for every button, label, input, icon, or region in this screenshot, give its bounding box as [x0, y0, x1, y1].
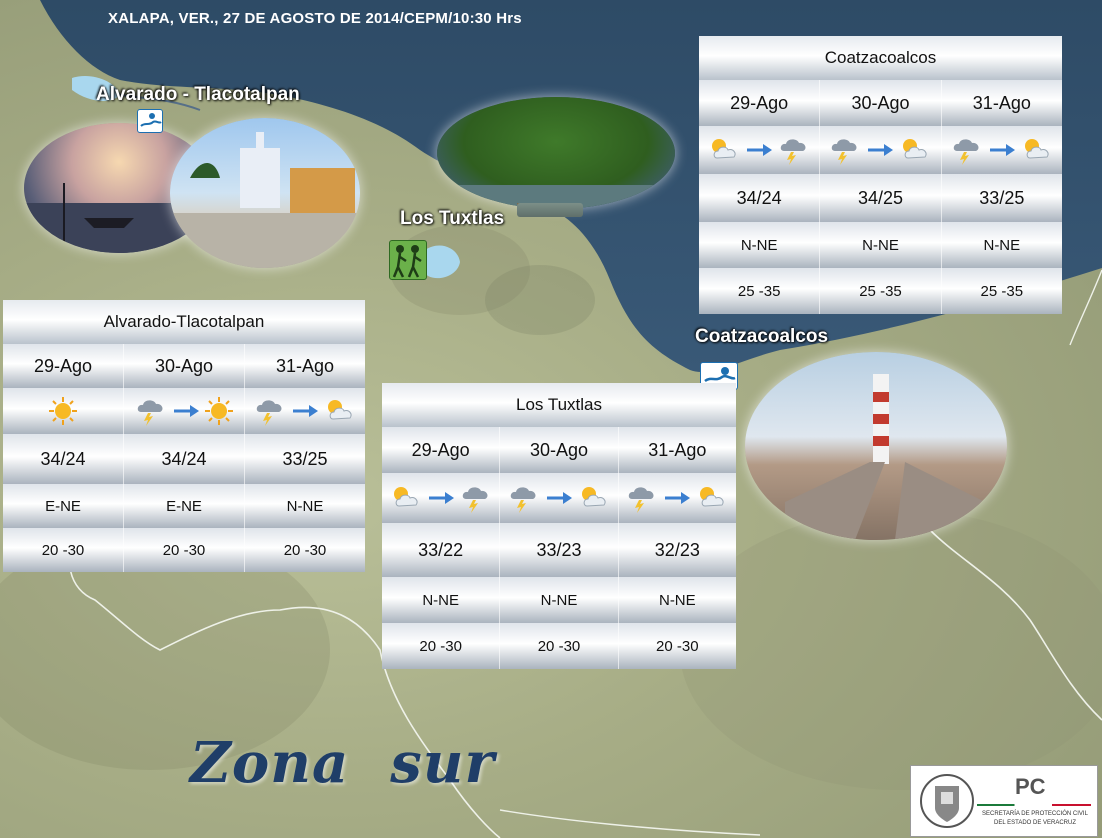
- tlacotalpan-church-photo: [170, 118, 360, 268]
- cloud-sun-icon: [323, 397, 357, 425]
- weather-cell: [500, 473, 619, 523]
- state-seal-icon: [920, 774, 974, 828]
- speed-cell: 20 -30: [124, 528, 245, 572]
- forecast-panel-tuxtlas: Los Tuxtlas 29-Ago 30-Ago 31-Ago 33/22 3…: [382, 383, 736, 669]
- panel-title: Los Tuxtlas: [382, 383, 736, 427]
- wind-cell: N-NE: [245, 484, 365, 528]
- bulletin-header: XALAPA, VER., 27 DE AGOSTO DE 2014/CEPM/…: [108, 10, 522, 27]
- trend-arrow-icon: [665, 492, 691, 504]
- speed-cell: 20 -30: [3, 528, 124, 572]
- weather-cell: [3, 388, 124, 434]
- weather-map: XALAPA, VER., 27 DE AGOSTO DE 2014/CEPM/…: [0, 0, 1102, 838]
- forecast-panel-coatza: Coatzacoalcos 29-Ago 30-Ago 31-Ago 34/24…: [699, 36, 1062, 314]
- trend-arrow-icon: [747, 144, 773, 156]
- cloud-sun-icon: [695, 484, 729, 512]
- date-cell: 30-Ago: [820, 80, 942, 126]
- swimmer-icon-alvarado: [137, 109, 163, 133]
- panel-title: Coatzacoalcos: [699, 36, 1062, 80]
- wind-cell: E-NE: [3, 484, 124, 528]
- storm-icon: [459, 483, 493, 513]
- storm-icon: [253, 396, 287, 426]
- trend-arrow-icon: [174, 405, 199, 417]
- forecast-panel-alvarado: Alvarado-Tlacotalpan 29-Ago 30-Ago 31-Ag…: [3, 300, 365, 572]
- speed-cell: 20 -30: [245, 528, 365, 572]
- wind-cell: N-NE: [820, 222, 942, 268]
- date-cell: 29-Ago: [699, 80, 821, 126]
- storm-icon: [777, 135, 811, 165]
- cloud-sun-icon: [1020, 136, 1054, 164]
- wind-cell: N-NE: [618, 577, 736, 623]
- cloud-sun-icon: [707, 136, 741, 164]
- weather-cell: [245, 388, 365, 434]
- wind-cell: E-NE: [124, 484, 245, 528]
- temp-cell: 33/23: [500, 523, 619, 577]
- date-cell: 31-Ago: [245, 344, 365, 388]
- cloud-sun-icon: [389, 484, 423, 512]
- temp-cell: 34/24: [699, 174, 821, 222]
- storm-icon: [134, 396, 168, 426]
- panel-title: Alvarado-Tlacotalpan: [3, 300, 365, 344]
- storm-icon: [625, 483, 659, 513]
- sun-icon: [48, 396, 78, 426]
- logo-line-1: SECRETARÍA DE PROTECCIÓN CIVIL: [982, 811, 1088, 817]
- trend-arrow-icon: [293, 405, 318, 417]
- cloud-sun-icon: [898, 136, 932, 164]
- date-cell: 31-Ago: [618, 427, 736, 473]
- speed-cell: 20 -30: [618, 623, 736, 669]
- label-coatza: Coatzacoalcos: [695, 326, 829, 347]
- canoe-figure: [517, 203, 583, 217]
- temp-cell: 34/24: [3, 434, 124, 484]
- hikers-icon: [389, 240, 427, 280]
- storm-icon: [507, 483, 541, 513]
- wind-cell: N-NE: [382, 577, 501, 623]
- wind-cell: N-NE: [941, 222, 1062, 268]
- coatza-lighthouse-photo: [745, 352, 1007, 540]
- date-cell: 29-Ago: [382, 427, 501, 473]
- wind-cell: N-NE: [699, 222, 821, 268]
- weather-cell: [618, 473, 736, 523]
- logo-initials: PC: [1015, 774, 1046, 799]
- logo-line-2: DEL ESTADO DE VERACRUZ: [993, 820, 1076, 826]
- storm-icon: [828, 135, 862, 165]
- temp-cell: 33/25: [245, 434, 365, 484]
- trend-arrow-icon: [546, 492, 572, 504]
- speed-cell: 25 -35: [820, 268, 942, 314]
- weather-cell: [124, 388, 245, 434]
- label-alvarado: Alvarado - Tlacotalpan: [96, 84, 300, 105]
- date-cell: 30-Ago: [500, 427, 619, 473]
- trend-arrow-icon: [989, 144, 1015, 156]
- trend-arrow-icon: [428, 492, 454, 504]
- trend-arrow-icon: [868, 144, 894, 156]
- weather-cell: [941, 126, 1062, 174]
- speed-cell: 25 -35: [941, 268, 1062, 314]
- speed-cell: 20 -30: [500, 623, 619, 669]
- temp-cell: 34/25: [820, 174, 942, 222]
- date-cell: 29-Ago: [3, 344, 124, 388]
- weather-cell: [820, 126, 942, 174]
- label-tuxtlas: Los Tuxtlas: [400, 208, 505, 229]
- temp-cell: 34/24: [124, 434, 245, 484]
- storm-icon: [950, 135, 984, 165]
- weather-cell: [699, 126, 821, 174]
- temp-cell: 32/23: [618, 523, 736, 577]
- flag-stripe: [977, 804, 1091, 806]
- date-cell: 31-Ago: [941, 80, 1062, 126]
- date-cell: 30-Ago: [124, 344, 245, 388]
- cloud-sun-icon: [577, 484, 611, 512]
- protection-civil-logo: PC SECRETARÍA DE PROTECCIÓN CIVIL DEL ES…: [910, 765, 1098, 837]
- zone-title: Zona sur: [190, 730, 495, 796]
- wind-cell: N-NE: [500, 577, 619, 623]
- tuxtlas-forest-photo: [437, 97, 675, 209]
- sun-icon: [204, 396, 234, 426]
- temp-cell: 33/25: [941, 174, 1062, 222]
- speed-cell: 20 -30: [382, 623, 501, 669]
- temp-cell: 33/22: [382, 523, 501, 577]
- weather-cell: [382, 473, 501, 523]
- speed-cell: 25 -35: [699, 268, 821, 314]
